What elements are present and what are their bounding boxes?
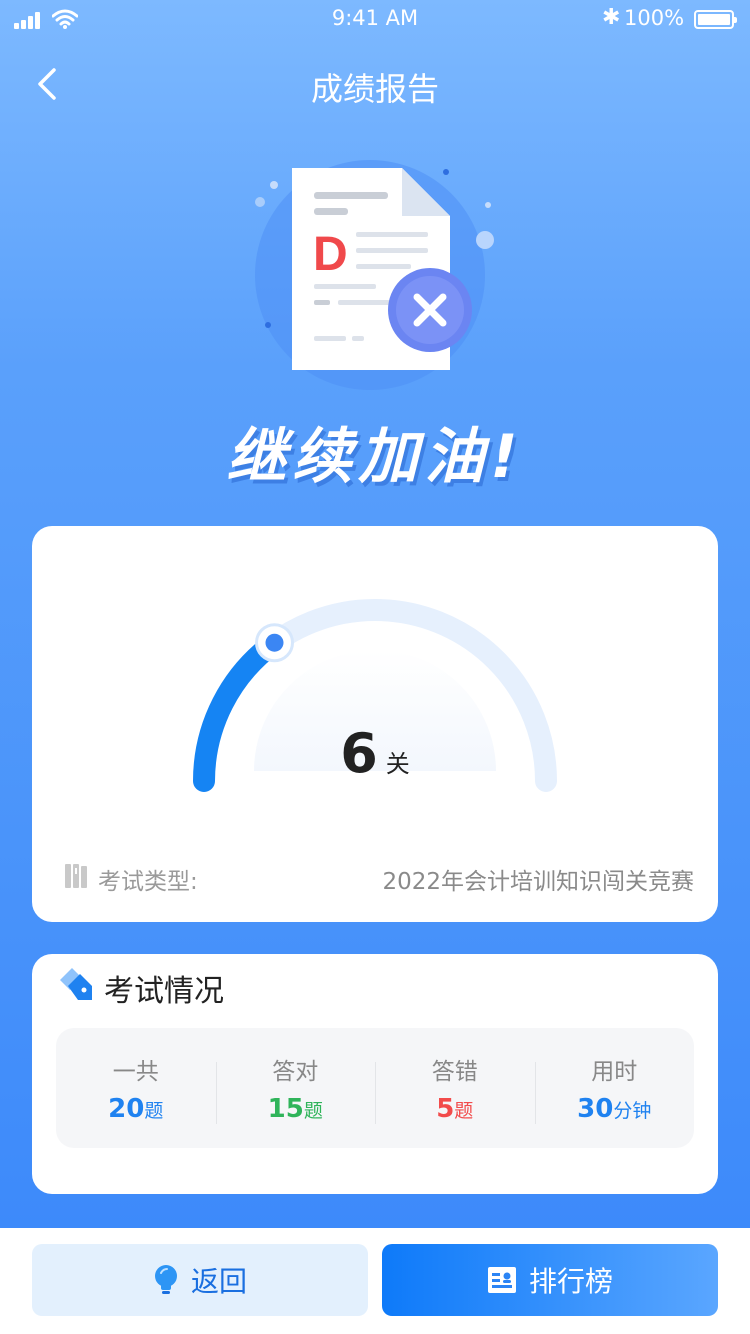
exam-tag-icon [60, 968, 92, 1000]
stat-value: 20题 [108, 1094, 164, 1124]
encourage-headline: 继续加油! [226, 422, 524, 492]
exam-type-row: 考试类型: 2022年会计培训知识闯关竞赛 [64, 856, 694, 896]
stat-value: 30分钟 [577, 1094, 652, 1124]
leaderboard-icon [487, 1267, 516, 1293]
stat-correct: 答对 15题 [215, 1052, 376, 1124]
stat-label: 答错 [431, 1059, 478, 1085]
progress-gauge [193, 599, 557, 792]
stat-label: 一共 [112, 1059, 159, 1085]
result-card: 6关 考试类型: 2022年会计培训知识闯关竞赛 [32, 526, 718, 922]
exam-summary-card: 考试情况 一共 20题 答对 15题 答错 5题 用时 30分钟 [32, 954, 718, 1194]
stats-panel: 一共 20题 答对 15题 答错 5题 用时 30分钟 [56, 1028, 694, 1148]
score-display: 6关 [32, 722, 718, 785]
score-value: 6 [340, 722, 378, 785]
exam-type-label: 考试类型: [98, 869, 198, 895]
leaderboard-button[interactable]: 排行榜 [382, 1244, 718, 1316]
lightbulb-icon [154, 1265, 177, 1294]
bottom-action-bar: 返回 排行榜 [0, 1228, 750, 1334]
bluetooth-icon: ✱ [602, 5, 621, 30]
score-unit: 关 [385, 750, 410, 778]
stat-duration: 用时 30分钟 [534, 1052, 695, 1124]
stat-value: 15题 [267, 1094, 323, 1124]
back-button[interactable]: 返回 [32, 1244, 368, 1316]
stat-label: 用时 [591, 1059, 638, 1085]
exam-type-value: 2022年会计培训知识闯关竞赛 [382, 869, 694, 895]
leaderboard-button-label: 排行榜 [528, 1265, 613, 1298]
battery-icon [694, 10, 737, 29]
status-bar: 9:41 AM ✱ 100% [0, 0, 750, 40]
stat-wrong: 答错 5题 [375, 1052, 535, 1124]
stat-label: 答对 [272, 1059, 319, 1085]
back-button-label: 返回 [190, 1265, 247, 1298]
grade-letter: D [313, 228, 348, 281]
exam-section-title: 考试情况 [104, 974, 224, 1009]
stat-value: 5题 [436, 1094, 474, 1124]
stat-total: 一共 20题 [56, 1052, 216, 1124]
book-icon [65, 864, 87, 888]
page-title: 成绩报告 [310, 70, 439, 108]
battery-percent: 100% [624, 6, 685, 30]
report-failed-illustration: D [255, 160, 494, 390]
